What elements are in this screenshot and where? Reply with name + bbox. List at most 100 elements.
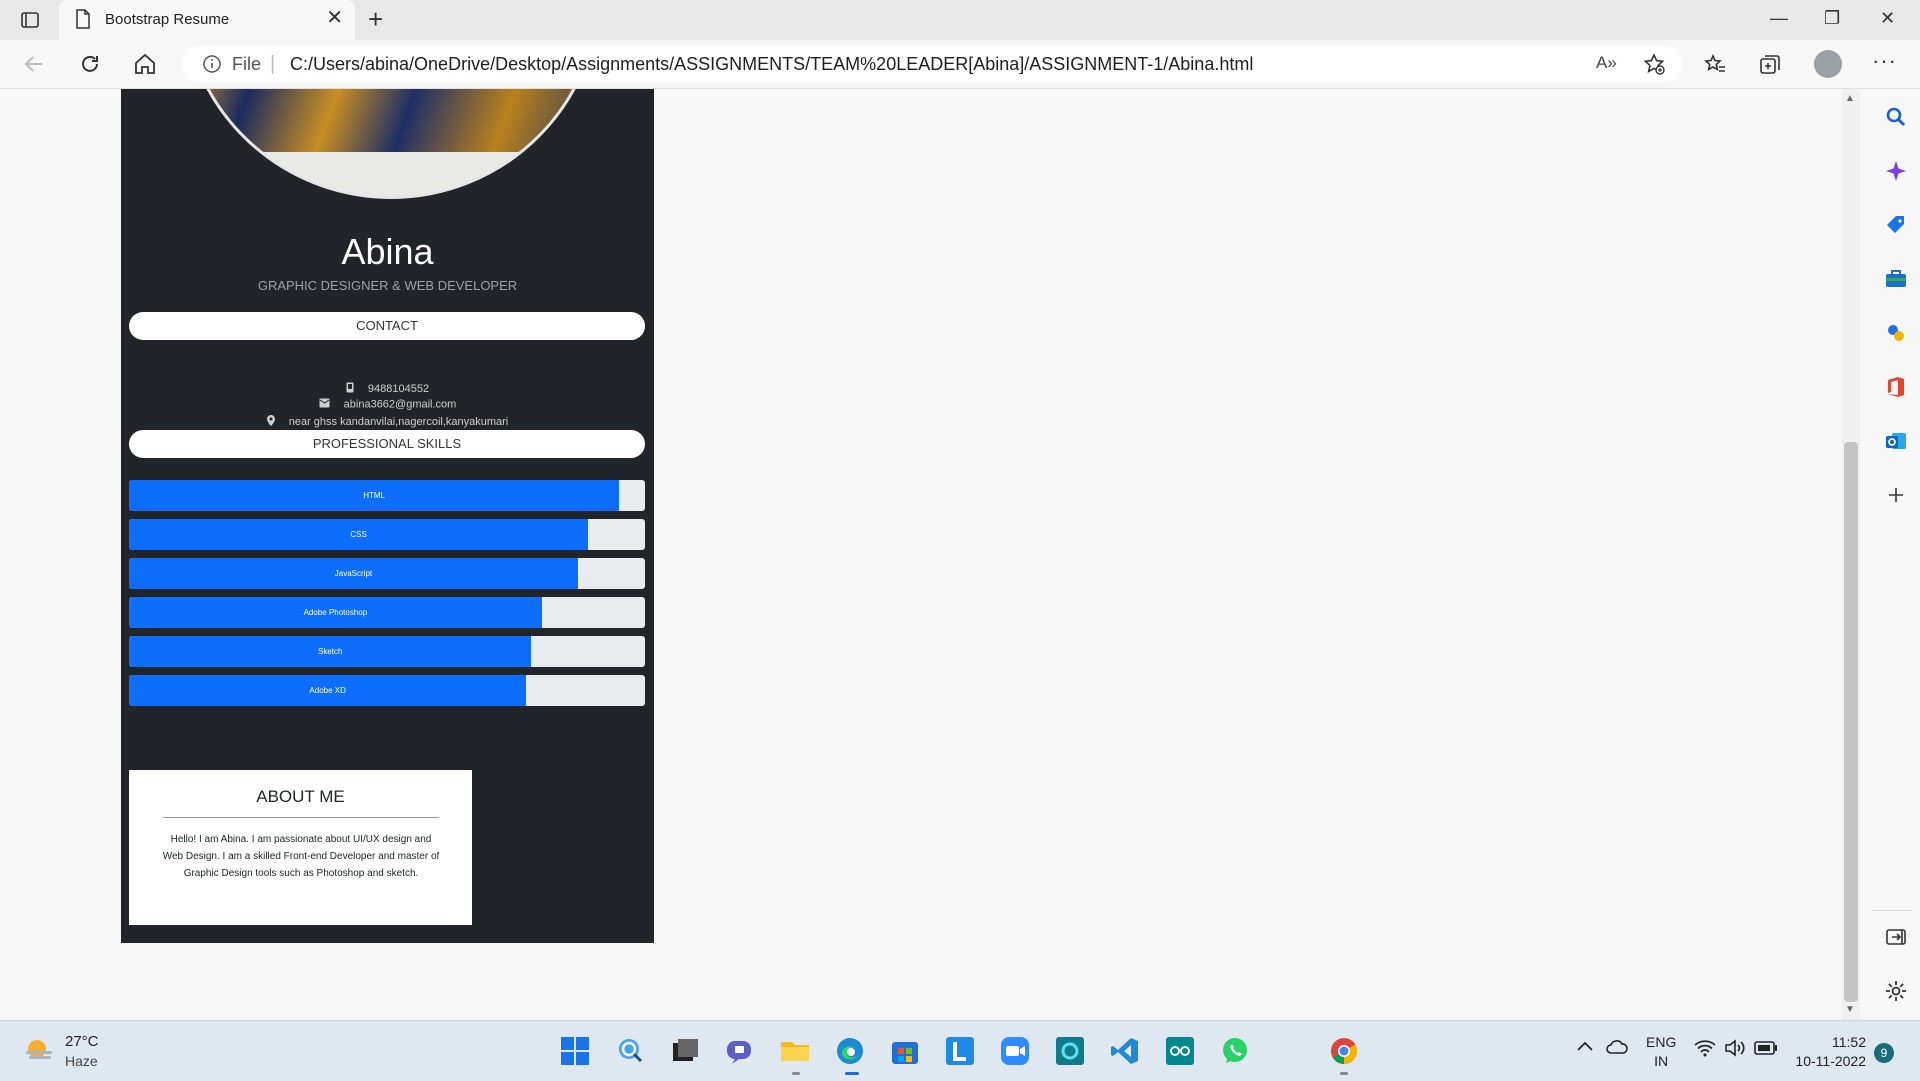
file-explorer-icon[interactable] (779, 1035, 811, 1067)
skill-progress-bar: Adobe Photoshop (129, 597, 645, 628)
show-hidden-icons-chevron-icon[interactable] (1576, 1039, 1594, 1056)
scroll-up-arrow[interactable]: ▲ (1845, 93, 1855, 104)
profile-avatar[interactable] (1814, 50, 1842, 78)
browser-toolbar: File | C:/Users/abina/OneDrive/Desktop/A… (0, 40, 1920, 89)
contact-heading: CONTACT (129, 312, 645, 340)
shopping-tag-icon[interactable] (1884, 213, 1908, 237)
back-icon[interactable] (22, 52, 46, 81)
taskbar-search-icon[interactable] (615, 1035, 647, 1067)
search-icon[interactable] (1884, 105, 1908, 129)
teams-chat-icon[interactable] (724, 1035, 756, 1067)
contact-email-text: abina3662@gmail.com (343, 398, 457, 411)
clock-time: 11:52 (1832, 1034, 1866, 1050)
windows-taskbar: 27°C Haze ENG IN 11:52 10-11-2022 9 (0, 1020, 1920, 1081)
hide-sidebar-icon[interactable] (1884, 925, 1908, 949)
volume-icon[interactable] (1724, 1039, 1746, 1060)
tab-actions-icon[interactable] (20, 10, 40, 35)
profile-photo (181, 89, 601, 199)
vscode-icon[interactable] (1109, 1035, 1141, 1067)
launcher-l-icon[interactable] (944, 1035, 976, 1067)
language-region: IN (1654, 1053, 1669, 1069)
tools-briefcase-icon[interactable] (1884, 267, 1908, 291)
scrollbar-thumb[interactable] (1844, 442, 1858, 1002)
edge-sidebar (1872, 89, 1920, 1020)
task-view-icon[interactable] (669, 1035, 701, 1067)
tab-title: Bootstrap Resume (105, 11, 230, 28)
outlook-icon[interactable] (1884, 429, 1908, 453)
page-icon (75, 9, 91, 34)
address-url[interactable]: C:/Users/abina/OneDrive/Desktop/Assignme… (290, 54, 1253, 75)
notification-count-badge[interactable]: 9 (1874, 1043, 1894, 1063)
sparkle-icon[interactable] (1884, 159, 1908, 183)
contact-email: abina3662@gmail.com (121, 398, 654, 411)
location-pin-icon (266, 415, 275, 429)
tab-strip: Bootstrap Resume ✕ + — ❐ ✕ (0, 0, 1920, 40)
edge-browser-icon[interactable] (834, 1035, 866, 1067)
tab-close-button[interactable]: ✕ (326, 8, 343, 28)
contact-address-text: near ghss kandanvilai,nagercoil,kanyakum… (288, 415, 509, 428)
skill-label: JavaScript (334, 569, 373, 578)
settings-more-button[interactable]: ··· (1872, 48, 1897, 74)
weather-condition[interactable]: Haze (65, 1053, 98, 1069)
scroll-down-arrow[interactable]: ▼ (1845, 1004, 1855, 1015)
start-windows-icon[interactable] (559, 1035, 591, 1067)
about-title: ABOUT ME (256, 787, 345, 806)
site-info-icon[interactable] (202, 54, 222, 79)
read-aloud-icon[interactable]: A» (1596, 53, 1617, 73)
settings-gear-icon[interactable] (1884, 979, 1908, 1003)
skill-progress-bar: HTML (129, 480, 645, 511)
add-favorite-icon[interactable] (1642, 52, 1666, 81)
page-scrollbar[interactable]: ▲ ▼ (1842, 89, 1860, 1020)
language-indicator[interactable]: ENG IN (1646, 1033, 1676, 1071)
onedrive-cloud-icon[interactable] (1606, 1039, 1628, 1058)
sidebar-divider (1872, 910, 1912, 911)
home-icon[interactable] (133, 52, 157, 81)
language-code: ENG (1646, 1034, 1677, 1050)
envelope-icon (319, 398, 330, 411)
skill-label: Adobe Photoshop (303, 608, 368, 617)
skill-label: Sketch (318, 647, 343, 656)
contact-phone: 9488104552 (121, 382, 654, 396)
favorites-icon[interactable] (1703, 52, 1727, 81)
resume-subtitle: GRAPHIC DESIGNER & WEB DEVELOPER (257, 278, 518, 293)
about-me-card: ABOUT ME Hello! I am Abina. I am passion… (129, 770, 472, 925)
phone-icon (346, 382, 354, 396)
system-clock[interactable]: 11:52 10-11-2022 (1790, 1033, 1866, 1071)
arduino-icon[interactable] (1164, 1035, 1196, 1067)
wifi-icon[interactable] (1694, 1039, 1716, 1060)
collections-icon[interactable] (1758, 52, 1782, 81)
tab-bootstrap-resume[interactable]: Bootstrap Resume ✕ (59, 0, 355, 40)
chrome-icon[interactable] (1328, 1035, 1360, 1067)
whatsapp-icon[interactable] (1219, 1035, 1251, 1067)
new-tab-button[interactable]: + (368, 4, 383, 35)
battery-icon[interactable] (1754, 1041, 1778, 1058)
weather-temperature[interactable]: 27°C (65, 1033, 99, 1050)
contact-address: near ghss kandanvilai,nagercoil,kanyakum… (121, 415, 654, 429)
microsoft-store-icon[interactable] (889, 1035, 921, 1067)
refresh-icon[interactable] (78, 52, 102, 81)
profile-photo-image (184, 89, 598, 152)
games-icon[interactable] (1884, 321, 1908, 345)
skill-progress-bar: JavaScript (129, 558, 645, 589)
close-window-button[interactable]: ✕ (1880, 8, 1895, 29)
add-sidebar-app-icon[interactable] (1884, 483, 1908, 507)
resume-name: Abina (341, 231, 434, 272)
contact-phone-text: 9488104552 (367, 382, 430, 395)
maximize-button[interactable]: ❐ (1824, 8, 1840, 29)
skill-label: HTML (363, 491, 385, 500)
weather-haze-icon[interactable] (24, 1037, 54, 1065)
minimize-button[interactable]: — (1770, 8, 1788, 29)
skill-label: Adobe XD (309, 686, 346, 695)
about-divider (163, 817, 439, 818)
resume-card: Abina GRAPHIC DESIGNER & WEB DEVELOPER C… (121, 89, 654, 943)
chrome-running-indicator (1340, 1072, 1348, 1075)
skill-progress-bar: CSS (129, 519, 645, 550)
zoom-icon[interactable] (999, 1035, 1031, 1067)
address-bar[interactable]: File | C:/Users/abina/OneDrive/Desktop/A… (182, 46, 1682, 82)
skill-progress-bar: Adobe XD (129, 675, 645, 706)
address-file-label: File (232, 54, 262, 74)
app-teal-ring-icon[interactable] (1054, 1035, 1086, 1067)
explorer-running-indicator (792, 1072, 800, 1075)
office-icon[interactable] (1884, 375, 1908, 399)
edge-active-indicator (845, 1072, 859, 1075)
